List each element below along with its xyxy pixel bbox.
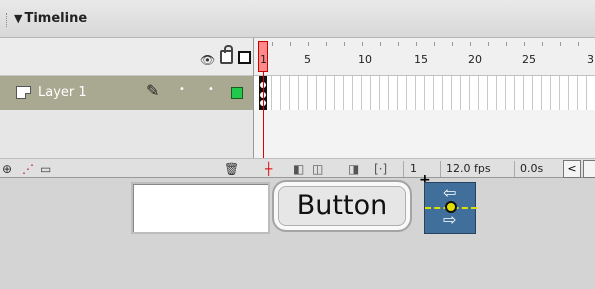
panel-title-text: Timeline bbox=[24, 11, 88, 26]
panel-grip-icon[interactable] bbox=[6, 13, 9, 27]
frame-number: 20 bbox=[468, 53, 482, 66]
current-frame-field: 1 bbox=[410, 162, 417, 175]
eye-icon[interactable]: 👁 bbox=[200, 53, 215, 67]
layer-list: 👁 Layer 1 ✎ • • bbox=[0, 38, 253, 158]
flash-timeline-window: ▼ Timeline 👁 Layer 1 ✎ • • 1 5 10 15 20 … bbox=[0, 0, 595, 289]
frame-ruler[interactable]: 1 5 10 15 20 25 3 bbox=[254, 38, 595, 76]
frame-number: 1 bbox=[260, 53, 267, 66]
ruler-tick bbox=[362, 42, 363, 46]
layer-list-empty-area bbox=[0, 110, 253, 158]
pencil-icon: ✎ bbox=[146, 81, 160, 100]
arrow-left-icon: ⇦ bbox=[443, 183, 457, 202]
add-motion-guide-icon[interactable]: ⋰ bbox=[22, 162, 34, 176]
ruler-tick bbox=[308, 42, 309, 46]
scroll-left-button[interactable]: < bbox=[563, 160, 581, 178]
frames-area[interactable]: 1 5 10 15 20 25 3 bbox=[253, 38, 595, 158]
scroll-right-button[interactable] bbox=[583, 160, 595, 178]
ruler-tick bbox=[488, 42, 489, 46]
add-folder-icon[interactable]: ▭ bbox=[40, 162, 51, 176]
frame-row[interactable] bbox=[254, 76, 595, 110]
outline-icon[interactable] bbox=[238, 51, 251, 64]
ruler-tick bbox=[470, 42, 471, 46]
separator bbox=[514, 161, 515, 177]
center-frame-icon[interactable]: ┼ bbox=[265, 162, 272, 176]
ruler-tick bbox=[434, 42, 435, 46]
lock-dot[interactable]: • bbox=[208, 84, 214, 95]
onion-skin-icon[interactable]: ◧ bbox=[293, 162, 304, 176]
playhead-line bbox=[263, 72, 264, 158]
lock-icon[interactable] bbox=[220, 45, 233, 64]
edit-multiple-frames-icon[interactable]: ◨ bbox=[348, 162, 359, 176]
timeline-status-bar: ⊕ ⋰ ▭ 🗑 ┼ ◧ ◫ ◨ [·] 1 12.0 fps 0.0s < bbox=[0, 158, 595, 178]
ruler-tick bbox=[290, 42, 291, 46]
timeline-panel-header[interactable]: ▼ Timeline bbox=[0, 0, 595, 38]
outline-color-swatch[interactable] bbox=[231, 87, 243, 99]
frame-number: 15 bbox=[414, 53, 428, 66]
ruler-tick bbox=[326, 42, 327, 46]
onion-outlines-icon[interactable]: ◫ bbox=[312, 162, 323, 176]
ruler-tick bbox=[416, 42, 417, 46]
separator bbox=[403, 161, 404, 177]
button-component[interactable]: Button bbox=[272, 180, 412, 232]
modify-markers-icon[interactable]: [·] bbox=[374, 162, 387, 176]
trash-icon[interactable]: 🗑 bbox=[224, 162, 239, 176]
ui-scrollbar-component-icon[interactable]: ⇦ ⇨ bbox=[424, 182, 477, 234]
stage-area[interactable]: Button + ⇦ ⇨ bbox=[0, 172, 595, 289]
frame-number: 3 bbox=[587, 53, 594, 66]
ruler-tick bbox=[398, 42, 399, 46]
frame-rate-field[interactable]: 12.0 fps bbox=[446, 161, 491, 177]
ruler-tick bbox=[272, 42, 273, 46]
visibility-dot[interactable]: • bbox=[179, 84, 185, 95]
panel-title[interactable]: ▼ Timeline bbox=[14, 11, 87, 26]
frame-number: 5 bbox=[304, 53, 311, 66]
ruler-tick bbox=[524, 42, 525, 46]
frame-number: 10 bbox=[358, 53, 372, 66]
ruler-tick bbox=[542, 42, 543, 46]
arrow-right-icon: ⇨ bbox=[443, 210, 457, 229]
elapsed-time-field: 0.0s bbox=[520, 162, 544, 175]
frame-number: 25 bbox=[522, 53, 536, 66]
collapse-triangle-icon[interactable]: ▼ bbox=[14, 12, 22, 25]
ruler-tick bbox=[344, 42, 345, 46]
ruler-tick bbox=[560, 42, 561, 46]
ruler-tick bbox=[380, 42, 381, 46]
layer-row[interactable]: Layer 1 ✎ • • bbox=[0, 76, 253, 110]
layer-name[interactable]: Layer 1 bbox=[38, 85, 87, 100]
separator bbox=[440, 161, 441, 177]
ruler-tick bbox=[578, 42, 579, 46]
ruler-tick bbox=[452, 42, 453, 46]
ruler-tick bbox=[506, 42, 507, 46]
layer-header-row: 👁 bbox=[0, 38, 253, 76]
add-layer-icon[interactable]: ⊕ bbox=[2, 162, 12, 176]
textinput-component[interactable] bbox=[131, 182, 270, 234]
layer-icon bbox=[16, 86, 31, 99]
